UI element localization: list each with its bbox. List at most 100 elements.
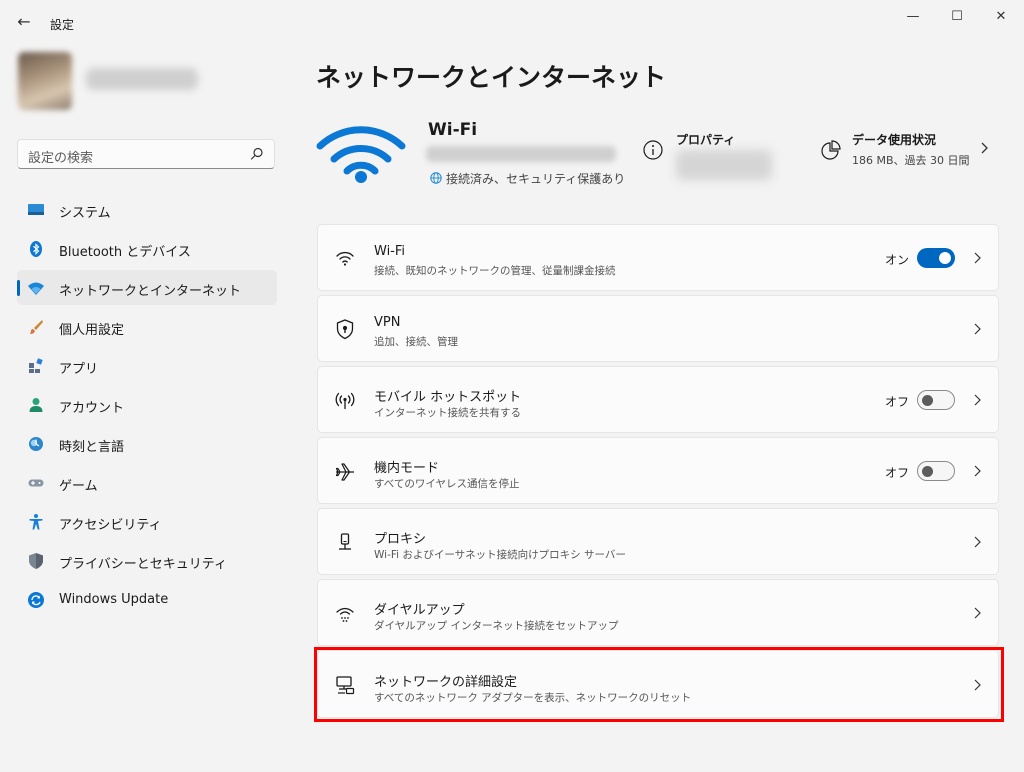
airplane-mode-card[interactable]: 機内モード すべてのワイヤレス通信を停止 オフ (317, 437, 999, 504)
close-button[interactable]: ✕ (978, 4, 1024, 30)
sidebar-item-label: アクセシビリティ (59, 518, 162, 533)
chevron-right-icon[interactable] (972, 535, 982, 549)
toggle-state-label: オフ (885, 466, 910, 480)
sidebar-item-label: アプリ (59, 362, 99, 377)
sidebar-item-network[interactable]: ネットワークとインターネット (17, 270, 277, 305)
apps-icon (29, 358, 43, 373)
sidebar-item-accounts[interactable]: アカウント (17, 387, 277, 422)
chevron-right-icon[interactable] (972, 322, 982, 336)
info-icon[interactable] (642, 139, 664, 161)
connection-status-text: 接続済み、セキュリティ保護あり (446, 172, 626, 186)
globe-icon (430, 172, 442, 184)
chevron-right-icon[interactable] (972, 393, 982, 407)
update-icon (28, 592, 44, 608)
system-icon (28, 204, 44, 215)
sidebar-item-label: Bluetooth とデバイス (59, 245, 191, 260)
card-title: モバイル ホットスポット (374, 390, 522, 405)
proxy-icon (339, 533, 351, 550)
sidebar-item-apps[interactable]: アプリ (17, 348, 277, 383)
time-language-icon (29, 437, 43, 451)
sidebar-item-label: ゲーム (59, 479, 98, 494)
sidebar-item-label: Windows Update (59, 592, 169, 607)
sidebar-item-system[interactable]: システム (17, 192, 277, 227)
sidebar-item-label: 時刻と言語 (59, 440, 125, 455)
minimize-button[interactable]: — (890, 4, 936, 30)
toggle-state-label: オン (885, 253, 910, 267)
properties-link[interactable]: プロパティ (676, 131, 735, 148)
mobile-hotspot-card[interactable]: モバイル ホットスポット インターネット接続を共有する オフ (317, 366, 999, 433)
title-bar: ← 設定 — ☐ ✕ (0, 0, 1024, 40)
advanced-network-settings-card[interactable]: ネットワークの詳細設定 すべてのネットワーク アダプターを表示、ネットワークのリ… (317, 650, 999, 718)
chevron-right-icon[interactable] (978, 140, 990, 156)
toggle-state-label: オフ (885, 395, 910, 409)
sidebar-item-windows-update[interactable]: Windows Update (17, 582, 277, 617)
airplane-mode-toggle[interactable] (917, 461, 955, 481)
chevron-right-icon[interactable] (972, 464, 982, 478)
pie-chart-icon[interactable] (820, 139, 842, 161)
sidebar-item-gaming[interactable]: ゲーム (17, 465, 277, 500)
card-description: Wi-Fi およびイーサネット接続向けプロキシ サーバー (374, 549, 626, 561)
wifi-icon (336, 251, 354, 266)
data-usage-link[interactable]: データ使用状況 (852, 131, 936, 148)
gamepad-icon (28, 479, 44, 487)
toggle-knob (922, 394, 933, 406)
card-title: 機内モード (374, 461, 440, 476)
sidebar-item-label: プライバシーとセキュリティ (59, 557, 227, 572)
wifi-signal-icon (316, 126, 406, 183)
wifi-toggle[interactable] (917, 248, 955, 268)
sidebar-item-privacy[interactable]: プライバシーとセキュリティ (17, 543, 277, 578)
toggle-knob (939, 252, 951, 264)
sidebar-item-bluetooth[interactable]: Bluetooth とデバイス (17, 231, 277, 266)
card-description: インターネット接続を共有する (374, 407, 521, 419)
sidebar-item-label: 個人用設定 (59, 323, 125, 338)
card-description: すべてのネットワーク アダプターを表示、ネットワークのリセット (374, 692, 692, 704)
properties-value-redacted (676, 150, 772, 180)
settings-window: ← 設定 — ☐ ✕ 設定の検索 システム Bluetooth とデバイス ネッ… (0, 0, 1024, 772)
back-button[interactable]: ← (12, 10, 36, 34)
sidebar-item-time-language[interactable]: 時刻と言語 (17, 426, 277, 461)
toggle-knob (922, 465, 933, 477)
accessibility-icon (29, 514, 43, 530)
sidebar-item-personalization[interactable]: 個人用設定 (17, 309, 277, 344)
chevron-right-icon[interactable] (972, 251, 982, 265)
card-title: ネットワークの詳細設定 (374, 675, 518, 690)
card-title: プロキシ (374, 532, 427, 547)
bluetooth-icon (30, 241, 42, 257)
account-icon (29, 398, 43, 412)
page-title: ネットワークとインターネット (316, 63, 667, 92)
vpn-card[interactable]: VPN 追加、接続、管理 (317, 295, 999, 362)
network-adapter-icon (336, 676, 355, 695)
avatar[interactable] (18, 52, 72, 110)
profile-name-redacted (86, 68, 198, 90)
card-title: VPN (374, 315, 401, 330)
card-description: 接続、既知のネットワークの管理、従量制課金接続 (374, 265, 616, 277)
vpn-shield-icon (336, 319, 354, 340)
airplane-icon (335, 463, 354, 481)
maximize-button[interactable]: ☐ (934, 4, 980, 30)
network-name: Wi-Fi (428, 120, 478, 140)
hotspot-icon (335, 392, 355, 409)
sidebar-item-label: システム (59, 206, 111, 221)
dialup-card[interactable]: ダイヤルアップ ダイヤルアップ インターネット接続をセットアップ (317, 579, 999, 646)
chevron-right-icon[interactable] (972, 678, 982, 692)
mobile-hotspot-toggle[interactable] (917, 390, 955, 410)
search-input[interactable]: 設定の検索 (28, 147, 93, 166)
wifi-card[interactable]: Wi-Fi 接続、既知のネットワークの管理、従量制課金接続 オン (317, 224, 999, 291)
card-description: 追加、接続、管理 (374, 336, 458, 348)
sidebar-item-label: ネットワークとインターネット (59, 284, 242, 299)
proxy-card[interactable]: プロキシ Wi-Fi およびイーサネット接続向けプロキシ サーバー (317, 508, 999, 575)
app-title: 設定 (50, 18, 75, 32)
sidebar-nav: システム Bluetooth とデバイス ネットワークとインターネット 個人用設… (17, 192, 277, 621)
card-description: すべてのワイヤレス通信を停止 (374, 478, 520, 490)
card-title: Wi-Fi (374, 244, 406, 259)
search-icon[interactable] (248, 145, 266, 163)
sidebar-item-accessibility[interactable]: アクセシビリティ (17, 504, 277, 539)
chevron-right-icon[interactable] (972, 606, 982, 620)
dialup-icon (336, 607, 354, 622)
sidebar-item-label: アカウント (59, 401, 125, 416)
card-description: ダイヤルアップ インターネット接続をセットアップ (374, 620, 619, 632)
shield-icon (29, 553, 43, 569)
data-usage-summary: 186 MB、過去 30 日間 (852, 154, 970, 167)
card-title: ダイヤルアップ (374, 603, 465, 618)
search-box[interactable]: 設定の検索 (17, 139, 275, 169)
